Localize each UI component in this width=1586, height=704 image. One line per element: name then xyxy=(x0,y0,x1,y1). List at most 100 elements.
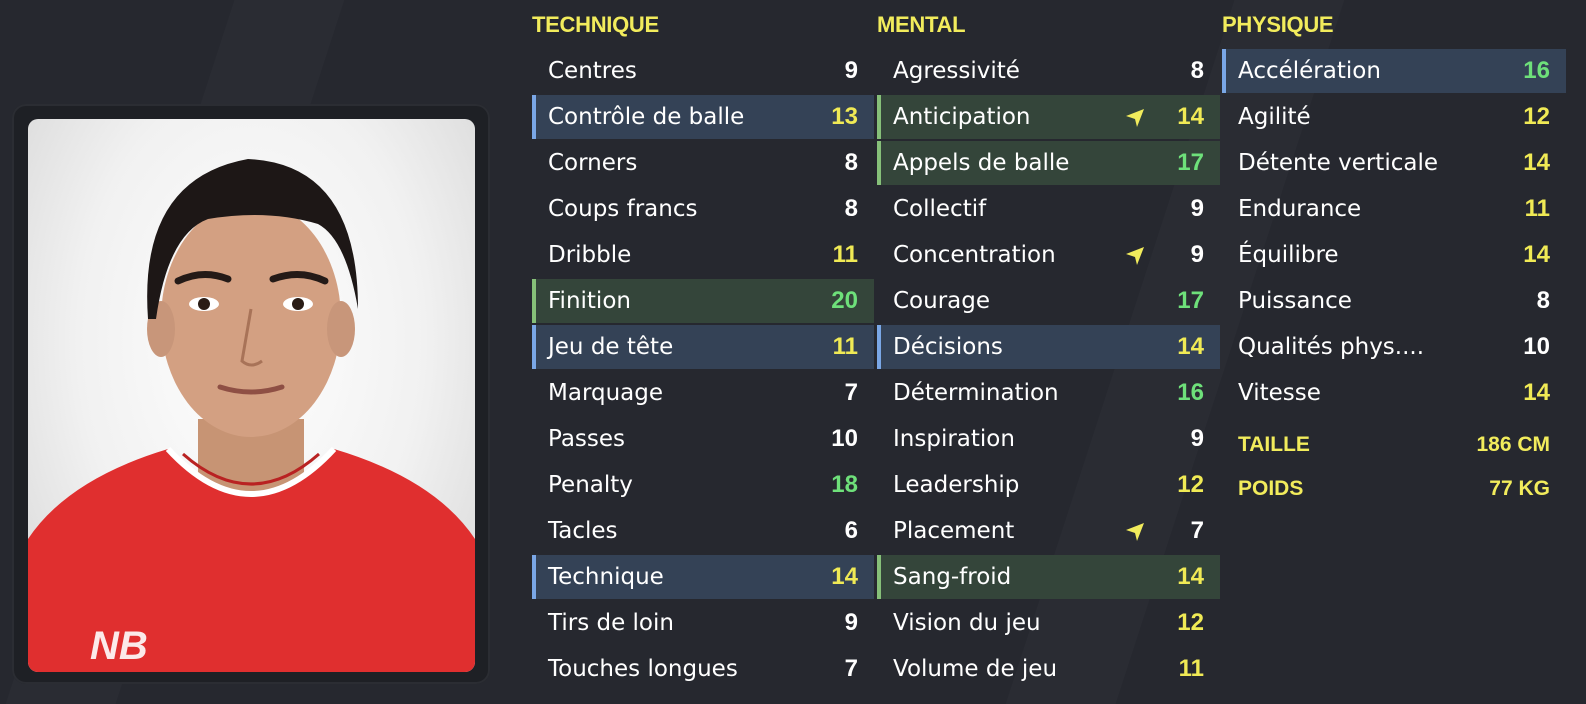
attribute-row[interactable]: Qualités phys.... 10 xyxy=(1222,325,1566,369)
attribute-value: 9 xyxy=(1190,241,1204,268)
attribute-row[interactable]: Corners 8 xyxy=(532,141,874,185)
attribute-label: Décisions xyxy=(893,334,1003,360)
attribute-row[interactable]: Inspiration 9 xyxy=(877,417,1220,461)
attribute-value: 14 xyxy=(1523,149,1550,176)
attribute-row[interactable]: Endurance 11 xyxy=(1222,187,1566,231)
attribute-label: Tacles xyxy=(548,518,618,544)
weight-value: 77 KG xyxy=(1489,477,1550,500)
attribute-row[interactable]: Détermination 16 xyxy=(877,371,1220,415)
attribute-row[interactable]: Penalty 18 xyxy=(532,463,874,507)
attribute-value: 10 xyxy=(831,425,858,452)
attribute-label: Puissance xyxy=(1238,288,1352,314)
attribute-row[interactable]: Dribble 11 xyxy=(532,233,874,277)
attribute-label: Appels de balle xyxy=(893,150,1070,176)
height-value: 186 CM xyxy=(1476,433,1550,456)
attribute-row[interactable]: Équilibre 14 xyxy=(1222,233,1566,277)
attribute-row[interactable]: Marquage 7 xyxy=(532,371,874,415)
attribute-value: 12 xyxy=(1177,609,1204,636)
height-label: TAILLE xyxy=(1238,433,1310,456)
attribute-row[interactable]: Technique 14 xyxy=(532,555,874,599)
attribute-row[interactable]: Tacles 6 xyxy=(532,509,874,553)
attribute-value: 7 xyxy=(844,655,858,682)
attribute-value: 10 xyxy=(1523,333,1550,360)
attribute-value: 11 xyxy=(1524,195,1550,222)
attribute-label: Passes xyxy=(548,426,626,452)
attribute-row[interactable]: Courage 17 xyxy=(877,279,1220,323)
attribute-label: Corners xyxy=(548,150,638,176)
mental-attribute-list: Agressivité 8 Anticipation 14 Appels de ball… xyxy=(877,49,1220,693)
attribute-row[interactable]: Appels de balle 17 xyxy=(877,141,1220,185)
attribute-label: Tirs de loin xyxy=(548,610,674,636)
attribute-row[interactable]: Agilité 12 xyxy=(1222,95,1566,139)
attribute-row[interactable]: Finition 20 xyxy=(532,279,874,323)
attribute-row[interactable]: Décisions 14 xyxy=(877,325,1220,369)
attribute-label: Équilibre xyxy=(1238,242,1339,268)
attribute-value: 16 xyxy=(1523,57,1550,84)
attribute-row[interactable]: Détente verticale 14 xyxy=(1222,141,1566,185)
attribute-label: Détente verticale xyxy=(1238,150,1438,176)
up-arrow-icon xyxy=(1126,247,1144,265)
attribute-value: 12 xyxy=(1523,103,1550,130)
attribute-value: 18 xyxy=(831,471,858,498)
attribute-row[interactable]: Contrôle de balle 13 xyxy=(532,95,874,139)
attribute-value: 11 xyxy=(832,241,858,268)
attribute-value: 16 xyxy=(1177,379,1204,406)
weight-info: POIDS 77 KG xyxy=(1238,469,1550,509)
attribute-row[interactable]: Leadership 12 xyxy=(877,463,1220,507)
attribute-row[interactable]: Placement 7 xyxy=(877,509,1220,553)
attribute-label: Finition xyxy=(548,288,631,314)
attribute-row[interactable]: Accélération 16 xyxy=(1222,49,1566,93)
attribute-row[interactable]: Jeu de tête 11 xyxy=(532,325,874,369)
attribute-label: Vision du jeu xyxy=(893,610,1041,636)
attribute-value: 14 xyxy=(831,563,858,590)
player-portrait: NB xyxy=(28,119,475,672)
attribute-row[interactable]: Volume de jeu 11 xyxy=(877,647,1220,691)
attribute-row[interactable]: Agressivité 8 xyxy=(877,49,1220,93)
attribute-value: 14 xyxy=(1177,103,1204,130)
attribute-label: Volume de jeu xyxy=(893,656,1058,682)
weight-label: POIDS xyxy=(1238,477,1304,500)
attribute-label: Vitesse xyxy=(1238,380,1321,406)
attribute-label: Dribble xyxy=(548,242,632,268)
attribute-row[interactable]: Vision du jeu 12 xyxy=(877,601,1220,645)
attribute-value: 6 xyxy=(844,517,858,544)
technique-attribute-list: Centres 9 Contrôle de balle 13 Corners 8 Coups… xyxy=(532,49,874,693)
attribute-label: Technique xyxy=(548,564,664,590)
attribute-value: 8 xyxy=(1190,57,1204,84)
attribute-row[interactable]: Concentration 9 xyxy=(877,233,1220,277)
attribute-label: Qualités phys.... xyxy=(1238,334,1425,360)
attribute-label: Accélération xyxy=(1238,58,1381,84)
attribute-value: 20 xyxy=(831,287,858,314)
attribute-row[interactable]: Puissance 8 xyxy=(1222,279,1566,323)
attribute-value: 8 xyxy=(1536,287,1550,314)
attribute-label: Courage xyxy=(893,288,991,314)
attribute-label: Touches longues xyxy=(548,656,738,682)
attribute-value: 9 xyxy=(1190,195,1204,222)
attribute-value: 17 xyxy=(1177,287,1204,314)
attribute-value: 14 xyxy=(1523,379,1550,406)
svg-text:NB: NB xyxy=(90,624,148,668)
attribute-label: Endurance xyxy=(1238,196,1362,222)
height-info: TAILLE 186 CM xyxy=(1238,425,1550,465)
attribute-row[interactable]: Touches longues 7 xyxy=(532,647,874,691)
attribute-label: Anticipation xyxy=(893,104,1031,130)
technique-title: TECHNIQUE xyxy=(532,12,659,37)
attribute-value: 8 xyxy=(844,149,858,176)
attribute-row[interactable]: Anticipation 14 xyxy=(877,95,1220,139)
attribute-label: Jeu de tête xyxy=(548,334,674,360)
attribute-label: Marquage xyxy=(548,380,664,406)
attribute-label: Agilité xyxy=(1238,104,1311,130)
physique-title: PHYSIQUE xyxy=(1222,12,1334,37)
attribute-label: Penalty xyxy=(548,472,633,498)
attribute-label: Centres xyxy=(548,58,637,84)
attribute-row[interactable]: Coups francs 8 xyxy=(532,187,874,231)
attribute-label: Détermination xyxy=(893,380,1059,406)
attribute-row[interactable]: Collectif 9 xyxy=(877,187,1220,231)
attribute-value: 13 xyxy=(831,103,858,130)
attribute-value: 17 xyxy=(1177,149,1204,176)
attribute-row[interactable]: Vitesse 14 xyxy=(1222,371,1566,415)
attribute-row[interactable]: Centres 9 xyxy=(532,49,874,93)
attribute-row[interactable]: Sang-froid 14 xyxy=(877,555,1220,599)
attribute-row[interactable]: Passes 10 xyxy=(532,417,874,461)
attribute-row[interactable]: Tirs de loin 9 xyxy=(532,601,874,645)
